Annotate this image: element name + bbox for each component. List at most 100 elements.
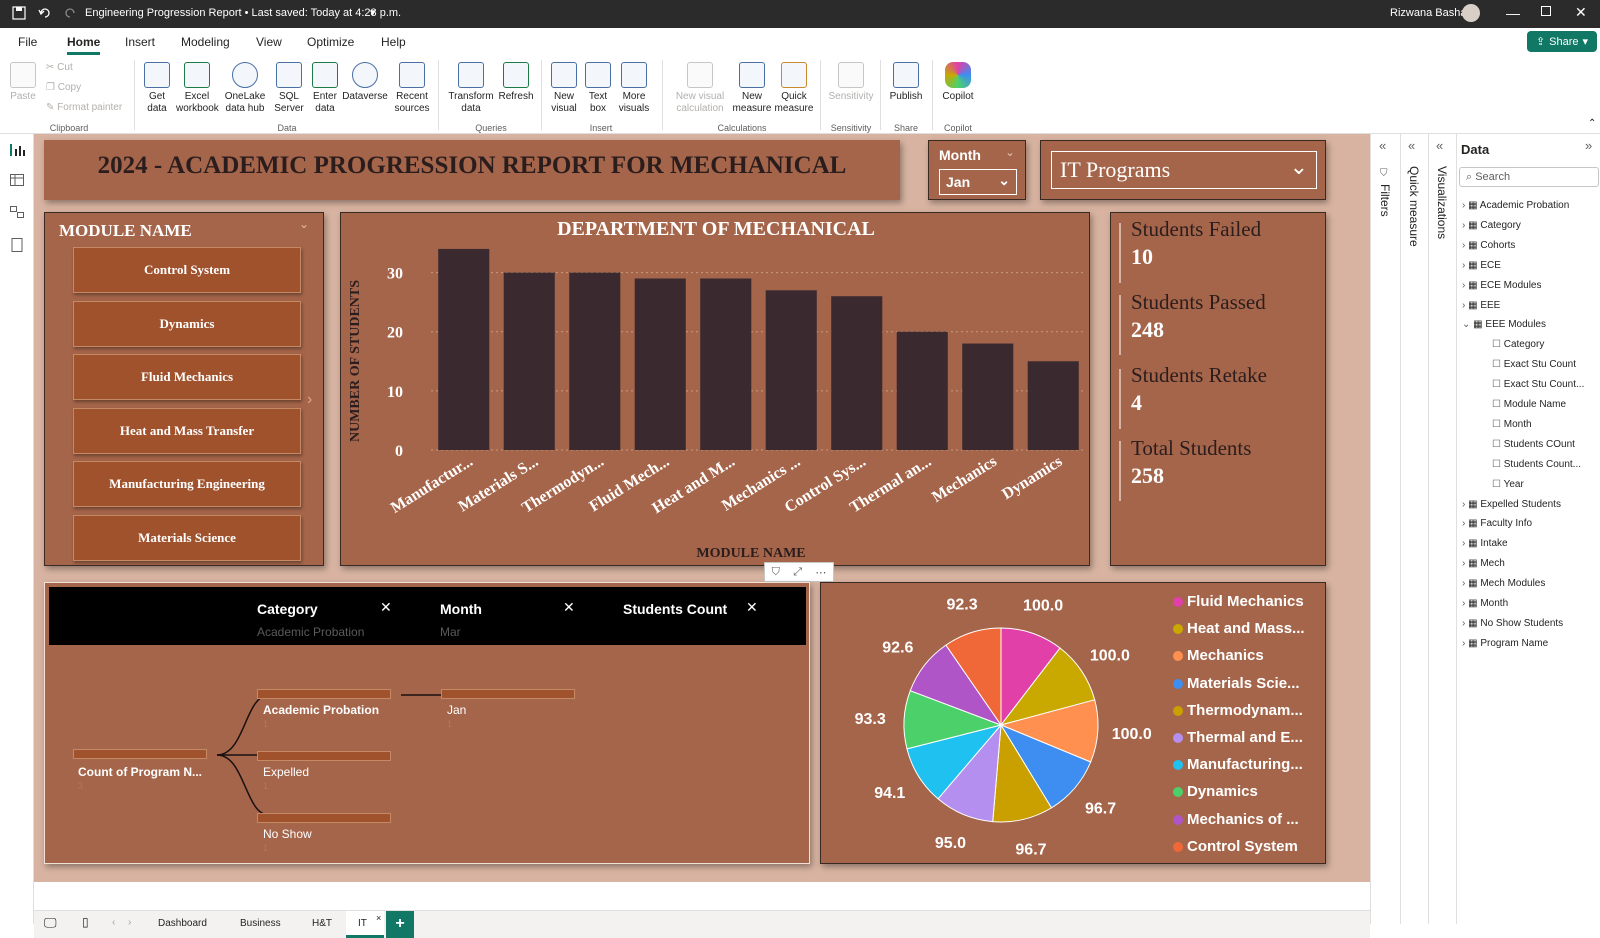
menu-optimize[interactable]: Optimize xyxy=(307,35,354,49)
format-painter-button[interactable]: ✎ Format painter xyxy=(46,102,122,114)
maximize-icon[interactable] xyxy=(1541,6,1551,16)
checkbox-icon[interactable]: ☐ xyxy=(1492,359,1504,370)
text-box-button[interactable]: Text box xyxy=(582,62,614,115)
table-item[interactable]: › ▦ Faculty Info xyxy=(1462,518,1532,529)
save-icon[interactable] xyxy=(12,6,26,20)
paste-button[interactable]: Paste xyxy=(8,62,38,103)
checkbox-icon[interactable]: ☐ xyxy=(1492,339,1504,350)
quick-measure-pane[interactable]: « Quick measure xyxy=(1400,134,1428,924)
collapse-ribbon-icon[interactable]: ⌃ xyxy=(1588,118,1596,129)
page-tab-ht[interactable]: H&T xyxy=(312,918,332,929)
month-dropdown[interactable]: Jan ⌄ xyxy=(939,169,1017,195)
report-view-icon[interactable] xyxy=(10,144,25,156)
module-item-control-system[interactable]: Control System xyxy=(73,247,301,293)
share-button[interactable]: ⇪ Share ▾ xyxy=(1527,31,1597,52)
field-item[interactable]: ☐ Year xyxy=(1492,479,1524,490)
table-item[interactable]: › ▦ No Show Students xyxy=(1462,618,1563,629)
module-item-dynamics[interactable]: Dynamics xyxy=(73,301,301,347)
program-dropdown[interactable]: IT Programs ⌄ xyxy=(1051,151,1317,189)
table-item[interactable]: › ▦ Academic Probation xyxy=(1462,200,1569,211)
avatar[interactable] xyxy=(1462,4,1480,22)
dataverse-button[interactable]: Dataverse xyxy=(342,62,388,103)
decomp-root-bar[interactable] xyxy=(73,749,207,759)
legend-item[interactable]: Control System xyxy=(1173,838,1298,855)
focus-mode-icon[interactable]: ⤢ xyxy=(793,566,802,579)
new-visual-button[interactable]: New visual xyxy=(548,62,580,115)
table-item[interactable]: › ▦ EEE xyxy=(1462,300,1500,311)
table-item[interactable]: › ▦ Mech xyxy=(1462,558,1505,569)
excel-workbook-button[interactable]: Excel workbook xyxy=(176,62,219,115)
filters-pane[interactable]: « ⛉ Filters xyxy=(1370,134,1400,924)
refresh-button[interactable]: Refresh xyxy=(496,62,536,103)
expand-filters-icon[interactable]: « xyxy=(1379,138,1386,153)
table-item[interactable]: › ▦ ECE Modules xyxy=(1462,280,1541,291)
checkbox-icon[interactable]: ☐ xyxy=(1492,439,1504,450)
publish-button[interactable]: Publish xyxy=(886,62,926,103)
add-page-icon[interactable]: + xyxy=(386,911,414,938)
module-item-materials-science[interactable]: Materials Science xyxy=(73,515,301,561)
menu-modeling[interactable]: Modeling xyxy=(181,35,230,49)
cut-button[interactable]: ✂ Cut xyxy=(46,62,73,74)
chevron-down-icon[interactable]: ⌄ xyxy=(299,217,309,231)
legend-item[interactable]: Materials Scie... xyxy=(1173,675,1300,692)
table-item[interactable]: › ▦ Program Name xyxy=(1462,638,1548,649)
table-item[interactable]: ⌄ ▦ EEE Modules xyxy=(1462,319,1546,330)
chevron-down-icon[interactable]: ⌄ xyxy=(1462,319,1473,330)
expand-visualizations-icon[interactable]: « xyxy=(1436,138,1443,153)
decomp-bar-expelled[interactable] xyxy=(257,751,391,761)
field-item[interactable]: ☐ Students COunt xyxy=(1492,439,1575,450)
table-item[interactable]: › ▦ Mech Modules xyxy=(1462,578,1545,589)
filter-icon[interactable]: ⛉ xyxy=(772,566,780,579)
legend-item[interactable]: Fluid Mechanics xyxy=(1173,593,1304,610)
visualizations-pane[interactable]: « Visualizations xyxy=(1428,134,1456,924)
page-tab-it[interactable]: IT xyxy=(358,918,367,929)
field-item[interactable]: ☐ Module Name xyxy=(1492,399,1566,410)
more-visuals-button[interactable]: More visuals xyxy=(614,62,654,115)
module-item-manufacturing-engineering[interactable]: Manufacturing Engineering xyxy=(73,461,301,507)
menu-home[interactable]: Home xyxy=(67,35,101,55)
module-item-fluid-mechanics[interactable]: Fluid Mechanics xyxy=(73,354,301,400)
page-tab-business[interactable]: Business xyxy=(240,918,281,929)
get-data-button[interactable]: Get data xyxy=(140,62,174,115)
table-item[interactable]: › ▦ ECE xyxy=(1462,260,1501,271)
new-measure-button[interactable]: New measure xyxy=(732,62,772,115)
sql-server-button[interactable]: SQL Server xyxy=(272,62,306,115)
decomp-bar-academic-probation[interactable] xyxy=(257,689,391,699)
dax-query-icon[interactable] xyxy=(10,238,24,255)
quick-measure-button[interactable]: Quick measure xyxy=(774,62,814,115)
enter-data-button[interactable]: Enter data xyxy=(308,62,342,115)
close-icon[interactable]: ✕ xyxy=(1575,4,1587,21)
legend-item[interactable]: Mechanics of ... xyxy=(1173,811,1299,828)
next-page-icon[interactable]: › xyxy=(128,917,131,928)
chevron-right-icon[interactable]: › xyxy=(307,391,312,409)
desktop-layout-icon[interactable]: 🖵 xyxy=(44,915,57,931)
table-item[interactable]: › ▦ Category xyxy=(1462,220,1521,231)
legend-item[interactable]: Heat and Mass... xyxy=(1173,620,1305,637)
field-item[interactable]: ☐ Exact Stu Count xyxy=(1492,359,1576,370)
menu-file[interactable]: File xyxy=(18,35,37,49)
table-view-icon[interactable] xyxy=(10,174,24,189)
checkbox-icon[interactable]: ☐ xyxy=(1492,459,1504,470)
page-tab-dashboard[interactable]: Dashboard xyxy=(158,918,207,929)
chevron-down-icon[interactable]: ⌄ xyxy=(1005,145,1015,159)
menu-help[interactable]: Help xyxy=(381,35,406,49)
minimize-icon[interactable]: — xyxy=(1506,5,1520,21)
field-item[interactable]: ☐ Students Count... xyxy=(1492,459,1581,470)
more-options-icon[interactable]: ⋯ xyxy=(815,566,826,579)
copilot-button[interactable]: Copilot xyxy=(938,62,978,103)
recent-sources-button[interactable]: Recent sources xyxy=(392,62,432,115)
decomp-bar-no-show[interactable] xyxy=(257,813,391,823)
expand-quick-measure-icon[interactable]: « xyxy=(1408,138,1415,153)
sensitivity-button[interactable]: Sensitivity xyxy=(826,62,876,103)
undo-icon[interactable] xyxy=(38,6,52,20)
table-item[interactable]: › ▦ Month xyxy=(1462,598,1508,609)
transform-data-button[interactable]: Transform data xyxy=(448,62,494,115)
legend-item[interactable]: Dynamics xyxy=(1173,783,1258,800)
checkbox-icon[interactable]: ☐ xyxy=(1492,379,1504,390)
copy-button[interactable]: ❐ Copy xyxy=(46,82,81,94)
legend-item[interactable]: Manufacturing... xyxy=(1173,756,1303,773)
menu-insert[interactable]: Insert xyxy=(125,35,155,49)
legend-item[interactable]: Thermodynam... xyxy=(1173,702,1303,719)
title-chevron-icon[interactable]: ▾ xyxy=(370,6,376,19)
legend-item[interactable]: Thermal and E... xyxy=(1173,729,1303,746)
